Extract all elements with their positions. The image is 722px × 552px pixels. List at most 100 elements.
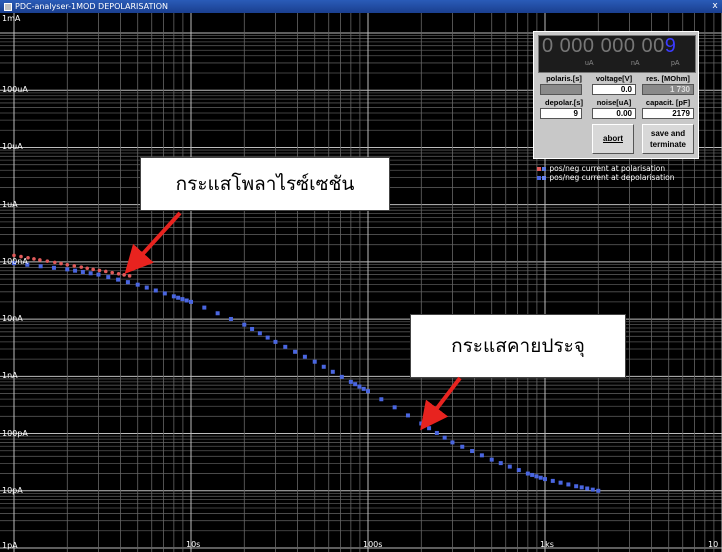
depolarisation-point bbox=[558, 480, 563, 485]
depolarisation-point bbox=[215, 311, 220, 316]
y-tick-label: 10nA bbox=[2, 314, 23, 324]
polaris-field[interactable] bbox=[540, 84, 582, 95]
depolarisation-point bbox=[228, 316, 233, 321]
y-tick-label: 100nA bbox=[2, 256, 28, 266]
legend-label-depolarisation: pos/neg current at depolarisation bbox=[549, 173, 675, 182]
x-tick-label: 100s bbox=[363, 540, 383, 549]
polaris-label: polaris.[s] bbox=[546, 74, 582, 83]
y-tick-label: 1mA bbox=[2, 14, 21, 23]
depolarisation-point bbox=[366, 389, 370, 394]
depolarisation-point bbox=[379, 397, 384, 402]
polarisation-point bbox=[45, 259, 50, 263]
depolarisation-point bbox=[339, 374, 344, 379]
depolarisation-point bbox=[38, 264, 43, 269]
polarisation-point bbox=[110, 270, 114, 275]
depolarisation-point bbox=[470, 449, 475, 454]
unit-na-label: nA bbox=[631, 60, 640, 67]
legend-swatch-neg-polarisation bbox=[542, 167, 546, 171]
depolarisation-point bbox=[273, 339, 278, 344]
depolarisation-point bbox=[116, 277, 121, 282]
y-tick-label: 100uA bbox=[2, 85, 28, 95]
depolarisation-point bbox=[162, 291, 167, 296]
depolarisation-point bbox=[525, 471, 530, 476]
y-tick-label: 1uA bbox=[2, 199, 18, 209]
noise-field[interactable]: 0.00 bbox=[592, 108, 636, 119]
depolarisation-point bbox=[489, 457, 494, 462]
polarisation-point bbox=[59, 261, 63, 266]
depolarisation-point bbox=[180, 297, 185, 302]
depolarisation-point bbox=[392, 405, 397, 410]
depolarisation-point bbox=[516, 468, 521, 473]
depolarisation-point bbox=[106, 275, 111, 280]
y-tick-label: 10uA bbox=[2, 142, 23, 152]
x-tick-label: 10s bbox=[186, 540, 201, 549]
polarisation-point bbox=[52, 260, 57, 265]
x-tick-label: 10 bbox=[708, 540, 719, 549]
y-tick-label: 1pA bbox=[2, 541, 18, 550]
y-tick-label: 1nA bbox=[2, 371, 18, 381]
polarisation-point bbox=[103, 269, 108, 274]
x-tick-label: 1ks bbox=[540, 540, 554, 549]
depolarisation-point bbox=[498, 461, 503, 466]
unit-ua-label: uA bbox=[585, 60, 594, 67]
depolarisation-point bbox=[450, 440, 455, 445]
depolarisation-point bbox=[534, 474, 539, 479]
depolarisation-point bbox=[73, 268, 78, 273]
legend-polarisation: pos/neg current at polarisation bbox=[537, 165, 665, 173]
depolarisation-point bbox=[543, 477, 547, 482]
window-title: PDC-analyser-1MOD DEPOLARISATION bbox=[15, 2, 169, 11]
depolarisation-point bbox=[574, 484, 579, 489]
polarisation-point bbox=[122, 273, 126, 277]
depolarisation-point bbox=[330, 369, 335, 374]
depolarisation-point bbox=[479, 453, 484, 458]
digits-last: 9 bbox=[664, 35, 677, 57]
depolarisation-point bbox=[65, 267, 70, 272]
depolarisation-point bbox=[250, 326, 255, 331]
depolarisation-point bbox=[357, 384, 362, 389]
depolarisation-point bbox=[144, 285, 149, 290]
save-label-line1: save and bbox=[650, 129, 686, 138]
close-button[interactable]: x bbox=[710, 0, 720, 13]
capacit-field[interactable]: 2179 bbox=[642, 108, 694, 119]
depolarisation-point bbox=[302, 354, 307, 359]
depolarisation-point bbox=[590, 487, 595, 492]
depolarisation-point bbox=[176, 295, 181, 300]
depolarisation-point bbox=[184, 298, 189, 303]
depolarisation-point bbox=[427, 426, 432, 431]
save-and-terminate-button[interactable]: save and terminate bbox=[642, 124, 694, 154]
depolarisation-point bbox=[88, 271, 93, 276]
depolarisation-point bbox=[348, 379, 353, 384]
depolarisation-point bbox=[257, 331, 262, 336]
current-display: 0 000 000 009 uA nA pA bbox=[538, 35, 696, 73]
voltage-field[interactable]: 0.0 bbox=[592, 84, 636, 95]
depolarisation-point bbox=[96, 272, 101, 277]
voltage-label: voltage[V] bbox=[595, 74, 633, 83]
depolarisation-point bbox=[242, 322, 247, 327]
polarisation-point bbox=[79, 265, 84, 269]
depolar-field[interactable]: 9 bbox=[540, 108, 582, 119]
depolarisation-point bbox=[171, 294, 176, 299]
depolarisation-point bbox=[596, 488, 601, 493]
y-tick-label: 10pA bbox=[2, 485, 23, 495]
depolarisation-point bbox=[434, 430, 439, 435]
depolarisation-point bbox=[265, 335, 270, 340]
unit-pa-label: pA bbox=[671, 60, 680, 67]
polarization-callout: กระแสโพลาไรซ์เซชัน bbox=[140, 157, 390, 211]
depolarisation-point bbox=[80, 269, 85, 274]
abort-button[interactable]: abort bbox=[592, 124, 634, 154]
depolarisation-point bbox=[566, 482, 571, 487]
res-field: 1 730 bbox=[642, 84, 694, 95]
depolarisation-point bbox=[125, 280, 130, 285]
depolarisation-point bbox=[530, 472, 535, 477]
res-label: res. [MOhm] bbox=[646, 74, 690, 83]
depolarisation-point bbox=[579, 485, 584, 490]
depolarisation-point bbox=[585, 486, 590, 491]
depolarisation-point bbox=[538, 475, 543, 480]
depolarisation-point bbox=[153, 288, 158, 293]
polarisation-point bbox=[38, 258, 42, 262]
depolarisation-point bbox=[293, 349, 298, 354]
depolarisation-point bbox=[189, 299, 193, 304]
control-panel: 0 000 000 009 uA nA pA polaris.[s] volta… bbox=[533, 31, 699, 159]
legend-swatch-neg-depolarisation bbox=[542, 176, 546, 180]
depolar-label: depolar.[s] bbox=[545, 98, 583, 107]
